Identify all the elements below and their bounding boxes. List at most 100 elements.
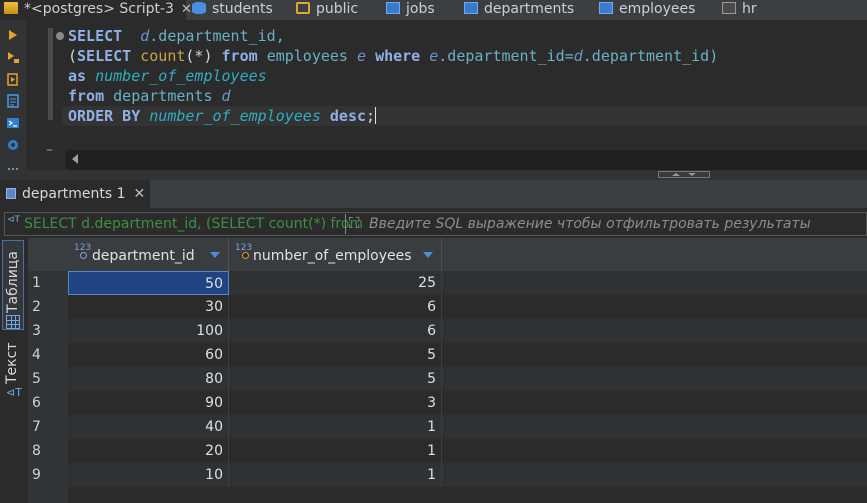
maximize-restore-icon [672, 173, 696, 176]
cell-number-of-employees[interactable]: 1 [229, 463, 442, 487]
sql-column-alias: number_of_employees [149, 107, 321, 125]
cell-department-id[interactable]: 50 [68, 271, 229, 295]
row-number[interactable]: 7 [28, 415, 68, 439]
editor-tab-bar: *<postgres> Script-3 ✕ students public jo… [0, 0, 867, 20]
horizontal-scrollbar[interactable] [66, 150, 867, 170]
tab-label: public [316, 1, 359, 17]
row-number[interactable]: 3 [28, 319, 68, 343]
sql-alias: e [429, 47, 439, 65]
tab-hr[interactable]: hr [722, 0, 757, 20]
close-icon[interactable]: ✕ [181, 2, 192, 17]
header-filler [442, 238, 867, 271]
results-grid[interactable]: 123 department_id 123 number_of_employee… [28, 238, 867, 503]
sql-keyword: as [68, 67, 87, 85]
execute-script-icon[interactable] [6, 72, 20, 86]
sql-identifier: .department_id= [438, 47, 574, 65]
sql-args: (*) [185, 47, 213, 65]
expand-filter-icon[interactable]: ⛶ [349, 214, 360, 232]
cell-department-id[interactable]: 90 [68, 391, 229, 415]
cell-number-of-employees[interactable]: 1 [229, 415, 442, 439]
sql-alias: d [140, 27, 150, 45]
row-number[interactable]: 8 [28, 439, 68, 463]
execute-in-new-tab-icon[interactable] [6, 50, 20, 64]
row-number[interactable]: 5 [28, 367, 68, 391]
table-icon [464, 2, 478, 14]
table-row[interactable]: 3 100 6 [28, 319, 867, 343]
table-row[interactable]: 1 50 25 [28, 271, 867, 295]
table-row[interactable]: 9 10 1 [28, 463, 867, 487]
tab-table-view[interactable]: Таблица [2, 240, 24, 330]
tab-label: hr [742, 1, 757, 17]
editor-toolbar [0, 20, 26, 180]
result-tab-bar: departments 1 ✕ [0, 180, 867, 209]
panel-splitter[interactable] [0, 170, 867, 180]
sql-editor[interactable]: SELECT d.department_id, (SELECT count(*)… [26, 20, 867, 170]
view-switcher: Таблица Текст ⊲T [0, 236, 28, 503]
sort-dropdown-icon[interactable] [210, 252, 220, 258]
tab-departments[interactable]: departments [464, 0, 574, 20]
cell-number-of-employees[interactable]: 3 [229, 391, 442, 415]
table-row[interactable]: 6 90 3 [28, 391, 867, 415]
scroll-left-icon[interactable] [72, 154, 78, 164]
terminal-icon[interactable] [6, 116, 20, 130]
tab-text-view[interactable]: Текст ⊲T [2, 340, 24, 420]
cell-department-id[interactable]: 80 [68, 367, 229, 391]
cell-department-id[interactable]: 10 [68, 463, 229, 487]
fold-marker-icon[interactable] [56, 32, 64, 40]
result-tab-label: departments 1 [22, 186, 126, 202]
table-row[interactable]: 2 30 6 [28, 295, 867, 319]
column-label: number_of_employees [253, 248, 412, 264]
tab-jobs[interactable]: jobs [386, 0, 435, 20]
tab-script-3[interactable]: *<postgres> Script-3 ✕ [0, 0, 192, 20]
column-header-number-of-employees[interactable]: 123 number_of_employees [229, 238, 442, 271]
cell-department-id[interactable]: 40 [68, 415, 229, 439]
table-row[interactable]: 7 40 1 [28, 415, 867, 439]
filter-input[interactable]: Введите SQL выражение чтобы отфильтроват… [369, 216, 811, 232]
close-icon[interactable]: ✕ [133, 186, 145, 202]
column-header-department-id[interactable]: 123 department_id [68, 238, 229, 271]
tab-students[interactable]: students [192, 0, 273, 20]
document-icon [722, 2, 736, 14]
row-number[interactable]: 9 [28, 463, 68, 487]
cell-department-id[interactable]: 20 [68, 439, 229, 463]
sql-code[interactable]: SELECT d.department_id, (SELECT count(*)… [68, 26, 718, 126]
result-filter-bar[interactable]: ⊲T SELECT d.department_id, (SELECT count… [4, 212, 867, 236]
empty-grid-area [28, 487, 867, 503]
row-number[interactable]: 6 [28, 391, 68, 415]
sql-identifier: employees [266, 47, 348, 65]
execute-statement-icon[interactable] [6, 28, 20, 42]
tab-label: jobs [406, 1, 435, 17]
row-number[interactable]: 2 [28, 295, 68, 319]
sql-identifier: .department_id, [149, 27, 285, 45]
table-row[interactable]: 4 60 5 [28, 343, 867, 367]
text-caret [375, 107, 377, 124]
table-icon [386, 2, 400, 14]
settings-gear-icon[interactable] [6, 138, 20, 152]
cell-department-id[interactable]: 30 [68, 295, 229, 319]
filter-sql-icon: ⊲T [7, 215, 21, 225]
cell-number-of-employees[interactable]: 25 [229, 271, 442, 295]
cell-number-of-employees[interactable]: 1 [229, 439, 442, 463]
table-row[interactable]: 8 20 1 [28, 439, 867, 463]
cell-number-of-employees[interactable]: 5 [229, 343, 442, 367]
fold-collapse-icon[interactable]: – [46, 142, 53, 158]
cell-number-of-employees[interactable]: 5 [229, 367, 442, 391]
filter-query-preview: SELECT d.department_id, (SELECT count(*)… [24, 216, 364, 232]
explain-plan-icon[interactable] [6, 94, 20, 108]
splitter-grip[interactable] [658, 171, 710, 178]
table-row[interactable]: 5 80 5 [28, 367, 867, 391]
cell-department-id[interactable]: 60 [68, 343, 229, 367]
tab-label: *<postgres> Script-3 [24, 1, 174, 17]
sql-alias: d [221, 87, 231, 105]
tab-table-label: Таблица [5, 251, 21, 313]
tab-public[interactable]: public [296, 0, 358, 20]
cell-department-id[interactable]: 100 [68, 319, 229, 343]
sql-alias: e [357, 47, 367, 65]
row-number[interactable]: 1 [28, 271, 68, 295]
sort-dropdown-icon[interactable] [423, 252, 433, 258]
row-number[interactable]: 4 [28, 343, 68, 367]
tab-departments-1[interactable]: departments 1 ✕ [0, 180, 150, 208]
cell-number-of-employees[interactable]: 6 [229, 319, 442, 343]
cell-number-of-employees[interactable]: 6 [229, 295, 442, 319]
tab-employees[interactable]: employees [599, 0, 695, 20]
